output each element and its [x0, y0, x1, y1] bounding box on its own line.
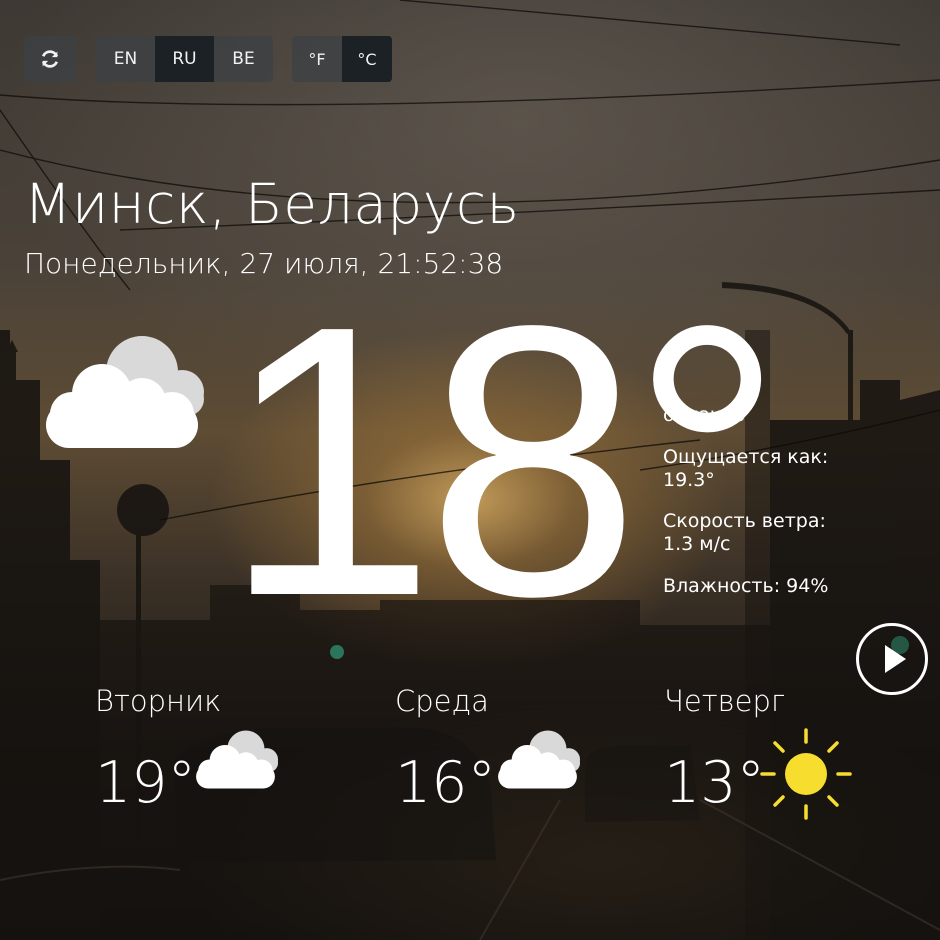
forecast-day-2-name: Среда	[395, 684, 489, 718]
language-be-button[interactable]: BE	[214, 36, 273, 82]
forecast-day-1-name: Вторник	[95, 684, 222, 718]
forecast-day-3-temp: 13°	[664, 750, 766, 816]
forecast-day-2-temp: 16°	[395, 750, 497, 816]
current-details: облачно Ощущается как: 19.3° Скорость ве…	[663, 404, 863, 617]
play-icon	[885, 645, 906, 673]
language-ru-button[interactable]: RU	[155, 36, 214, 82]
cloudy-icon	[196, 730, 278, 789]
forecast-day-3-name: Четверг	[664, 684, 786, 718]
language-switcher: EN RU BE	[96, 36, 273, 82]
wind-speed-label: Скорость ветра:	[663, 510, 826, 533]
wind-speed: Скорость ветра: 1.3 м/с	[663, 510, 863, 556]
feels-like-value: 19.3°	[663, 468, 715, 491]
condition-text: облачно	[663, 404, 746, 426]
feels-like: Ощущается как: 19.3°	[663, 446, 863, 492]
refresh-icon	[41, 50, 59, 68]
unit-celsius-button[interactable]: °C	[342, 36, 392, 82]
sun-icon	[760, 728, 852, 820]
unit-fahrenheit-button[interactable]: °F	[292, 36, 342, 82]
city-title: Минск, Беларусь	[24, 172, 520, 236]
weather-app: EN RU BE °F °C Минск, Беларусь Понедельн…	[0, 0, 940, 940]
wind-speed-value: 1.3 м/с	[663, 533, 731, 556]
unit-switcher: °F °C	[292, 36, 392, 82]
feels-like-label: Ощущается как:	[663, 445, 829, 468]
refresh-button[interactable]	[24, 36, 76, 82]
cloudy-icon	[498, 730, 580, 789]
language-en-button[interactable]: EN	[96, 36, 155, 82]
cloudy-icon	[46, 336, 204, 448]
play-button[interactable]	[856, 623, 928, 695]
humidity-text: Влажность: 94%	[663, 574, 829, 597]
forecast-day-1-temp: 19°	[95, 750, 197, 816]
